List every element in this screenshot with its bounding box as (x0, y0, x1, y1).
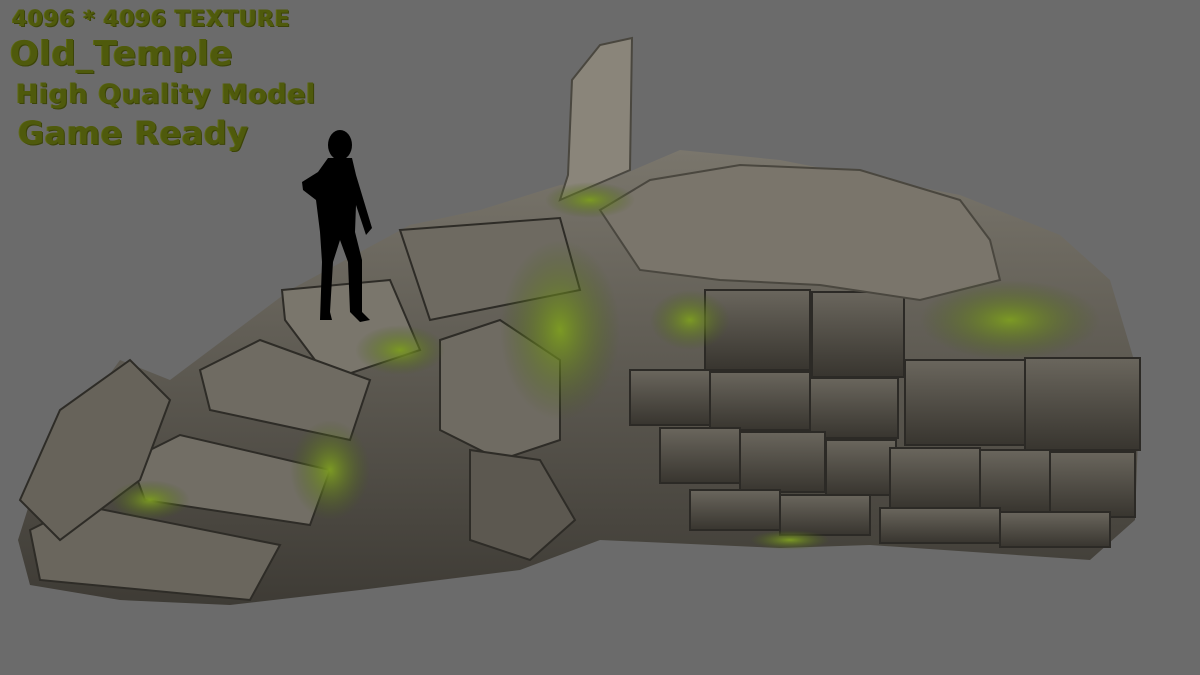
quality-label: High Quality Model (16, 78, 316, 110)
promo-text: 4096 * 4096 TEXTURE Old_Temple High Qual… (10, 7, 316, 153)
model-title: Old_Temple (10, 34, 234, 75)
texture-resolution-label: 4096 * 4096 TEXTURE (12, 7, 291, 32)
game-ready-label: Game Ready (18, 114, 249, 153)
